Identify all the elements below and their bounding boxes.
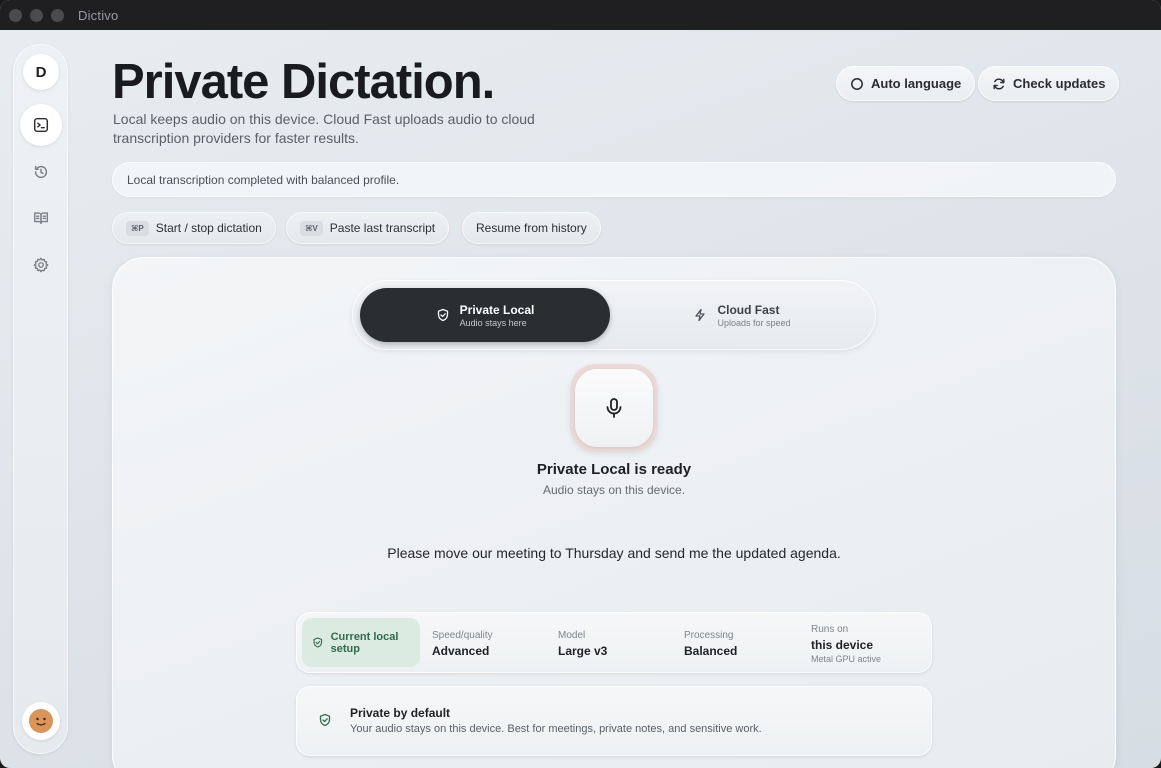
- record-button[interactable]: [575, 369, 653, 447]
- window-title: Dictivo: [78, 7, 119, 23]
- auto-language-button[interactable]: Auto language: [836, 66, 976, 101]
- terminal-icon: [33, 117, 49, 133]
- setup-processing: Processing Balanced: [684, 630, 737, 658]
- local-setup-card: Current local setup Speed/quality Advanc…: [296, 612, 932, 673]
- sidebar-item-history[interactable]: [20, 151, 62, 193]
- title-bar: Dictivo: [0, 0, 1161, 30]
- sidebar-item-dictation[interactable]: [20, 104, 62, 146]
- mode-cloud-fast-button[interactable]: Cloud Fast Uploads for speed: [617, 288, 867, 342]
- shortcut-label: Paste last transcript: [329, 221, 436, 235]
- mode-title: Private Local: [459, 302, 535, 317]
- window-controls: [9, 8, 64, 22]
- shield-check-icon: [313, 637, 323, 648]
- shortcut-key: ⌘V: [300, 220, 323, 236]
- sidebar-item-settings[interactable]: [20, 244, 62, 286]
- lightning-icon: [695, 308, 706, 322]
- current-setup-chip: Current local setup: [302, 618, 420, 667]
- setup-value: Large v3: [558, 644, 608, 658]
- shortcut-label: Start / stop dictation: [155, 221, 262, 235]
- check-updates-button[interactable]: Check updates: [978, 66, 1120, 101]
- status-text: Local transcription completed with balan…: [127, 172, 400, 187]
- ready-title: Private Local is ready: [536, 461, 692, 478]
- shield-check-icon: [437, 308, 448, 322]
- page-description: Local keeps audio on this device. Cloud …: [113, 111, 535, 146]
- history-icon: [34, 165, 48, 179]
- book-icon: [34, 212, 48, 225]
- user-avatar[interactable]: [22, 702, 60, 740]
- refresh-icon: [993, 78, 1005, 89]
- mode-subtitle: Uploads for speed: [717, 317, 791, 328]
- shortcut-start-stop-button[interactable]: ⌘P Start / stop dictation: [112, 212, 276, 244]
- transcript-text: Please move our meeting to Thursday and …: [387, 545, 841, 561]
- mode-private-local-button[interactable]: Private Local Audio stays here: [360, 288, 610, 342]
- setup-value: this device: [811, 638, 874, 652]
- zoom-window-button[interactable]: [51, 8, 64, 22]
- mode-subtitle: Audio stays here: [459, 317, 527, 328]
- mode-toggle: Private Local Audio stays here Cloud Fas…: [352, 280, 876, 350]
- minimize-window-button[interactable]: [30, 8, 43, 22]
- setup-model: Model Large v3: [558, 630, 607, 658]
- privacy-title: Private by default: [350, 706, 451, 720]
- auto-language-label: Auto language: [871, 76, 962, 91]
- sidebar: D: [13, 44, 68, 754]
- close-window-button[interactable]: [9, 8, 22, 22]
- page-title: Private Dictation.: [112, 55, 495, 109]
- shortcut-key: ⌘P: [126, 220, 149, 236]
- setup-runs-on: Runs on this device Metal GPU active: [811, 624, 881, 664]
- check-updates-label: Check updates: [1013, 76, 1106, 91]
- status-message: Local transcription completed with balan…: [112, 162, 1116, 197]
- ready-subtitle: Audio stays on this device.: [542, 483, 686, 497]
- shortcut-paste-last-button[interactable]: ⌘V Paste last transcript: [286, 212, 450, 244]
- app-logo[interactable]: D: [23, 54, 59, 90]
- setup-value: Balanced: [684, 644, 738, 658]
- circle-icon: [851, 77, 863, 90]
- current-setup-label: Current local setup: [330, 630, 399, 655]
- shield-check-icon: [319, 713, 331, 727]
- avatar-face-icon: [29, 709, 53, 733]
- setup-value: Advanced: [432, 644, 490, 658]
- app-window: Dictivo D Private Dictation. Local keeps…: [0, 0, 1161, 768]
- sidebar-item-dictionary[interactable]: [20, 197, 62, 239]
- gear-icon: [33, 257, 49, 273]
- privacy-description: Your audio stays on this device. Best fo…: [350, 723, 762, 735]
- shortcut-label: Resume from history: [476, 221, 587, 235]
- privacy-card: Private by default Your audio stays on t…: [296, 686, 932, 756]
- setup-key: Model: [558, 630, 586, 641]
- setup-key: Processing: [684, 630, 734, 641]
- mode-title: Cloud Fast: [717, 302, 780, 317]
- setup-note: Metal GPU active: [811, 654, 882, 664]
- setup-speed-quality: Speed/quality Advanced: [432, 630, 493, 658]
- setup-key: Runs on: [811, 624, 849, 635]
- microphone-icon: [606, 398, 622, 418]
- resume-from-history-button[interactable]: Resume from history: [462, 212, 601, 244]
- setup-key: Speed/quality: [432, 630, 493, 641]
